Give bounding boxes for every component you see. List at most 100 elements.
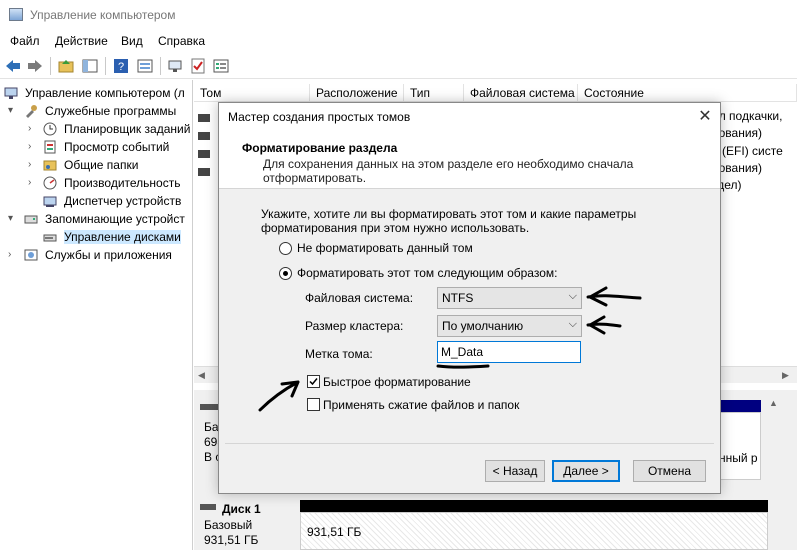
dialog-header: Форматирование раздела Для сохранения да… bbox=[219, 131, 720, 189]
toolbar-separator bbox=[50, 57, 51, 75]
header-description: Для сохранения данных на этом разделе ег… bbox=[263, 157, 634, 185]
header-title: Форматирование раздела bbox=[242, 141, 398, 155]
window-titlebar: Управление компьютером bbox=[0, 0, 797, 30]
no-format-label[interactable]: Не форматировать данный том bbox=[297, 241, 473, 255]
column-location[interactable]: Расположение bbox=[310, 84, 404, 102]
tree-item-performance[interactable]: › Производительность bbox=[0, 174, 192, 192]
event-viewer-icon bbox=[44, 140, 56, 154]
quick-format-checkbox[interactable] bbox=[307, 375, 320, 388]
cluster-size-value: По умолчанию bbox=[442, 319, 524, 333]
chevron-right-icon[interactable]: › bbox=[28, 140, 38, 154]
show-hide-tree-icon[interactable] bbox=[81, 57, 99, 75]
chevron-down-icon[interactable]: ▾ bbox=[8, 104, 18, 118]
console-tree: Управление компьютером (л ▾ Служебные пр… bbox=[0, 80, 193, 550]
tree-label: Управление дисками bbox=[64, 230, 181, 244]
column-status[interactable]: Состояние bbox=[578, 84, 797, 102]
volume-row-icon bbox=[198, 168, 210, 176]
disk1-partition-bar bbox=[300, 500, 768, 512]
disk-icon bbox=[200, 504, 216, 510]
performance-icon bbox=[43, 176, 57, 190]
quick-format-label[interactable]: Быстрое форматирование bbox=[323, 375, 471, 389]
column-filesystem[interactable]: Файловая система bbox=[464, 84, 578, 102]
disk0-partition[interactable]: нный р bbox=[715, 412, 761, 480]
tree-label: Просмотр событий bbox=[64, 140, 170, 154]
disk-vertical-scrollbar[interactable]: ▲ bbox=[766, 398, 780, 498]
cluster-size-select[interactable]: По умолчанию ⌵ bbox=[437, 315, 582, 337]
tree-item-root[interactable]: Управление компьютером (л bbox=[0, 84, 192, 102]
up-folder-icon[interactable] bbox=[57, 57, 75, 75]
volume-status-text: йл подкачки, bbox=[712, 109, 783, 123]
tree-item-service-tools[interactable]: ▾ Служебные программы bbox=[0, 102, 192, 120]
chevron-right-icon[interactable]: › bbox=[28, 122, 38, 136]
storage-icon bbox=[24, 215, 38, 224]
volume-status-text: й (EFI) систе bbox=[712, 144, 783, 158]
scroll-left-icon[interactable]: ◀ bbox=[198, 370, 205, 381]
disk1-type: Базовый bbox=[204, 518, 253, 532]
chevron-right-icon[interactable]: › bbox=[8, 248, 18, 262]
disk1-info[interactable]: Диск 1 Базовый 931,51 ГБ bbox=[194, 496, 297, 550]
services-icon bbox=[24, 249, 38, 261]
next-button[interactable]: Далее > bbox=[552, 460, 620, 482]
scroll-right-icon[interactable]: ▶ bbox=[782, 370, 789, 381]
tree-label: Планировщик заданий bbox=[64, 122, 191, 136]
dialog-titlebar: Мастер создания простых томов ✕ bbox=[219, 103, 720, 131]
back-button[interactable]: < Назад bbox=[485, 460, 545, 482]
menu-help[interactable]: Справка bbox=[158, 34, 205, 48]
toolbar-separator bbox=[160, 57, 161, 75]
cancel-button[interactable]: Отмена bbox=[633, 460, 706, 482]
computer-management-icon bbox=[9, 8, 23, 21]
connect-icon[interactable] bbox=[166, 57, 184, 75]
tree-item-storage[interactable]: ▾ Запоминающие устройст bbox=[0, 210, 192, 228]
cluster-size-label: Размер кластера: bbox=[305, 319, 404, 333]
tree-label: Общие папки bbox=[64, 158, 139, 172]
tree-item-disk-management[interactable]: Управление дисками bbox=[0, 228, 192, 246]
help-icon[interactable]: ? bbox=[112, 57, 130, 75]
tree-item-task-scheduler[interactable]: › Планировщик заданий bbox=[0, 120, 192, 138]
format-label[interactable]: Форматировать этот том следующим образом… bbox=[297, 266, 557, 280]
tree-label: Управление компьютером (л bbox=[25, 86, 185, 100]
forward-arrow-icon[interactable] bbox=[26, 57, 44, 75]
chevron-down-icon: ⌵ bbox=[568, 318, 577, 330]
tree-item-services-apps[interactable]: › Службы и приложения bbox=[0, 246, 192, 264]
chevron-right-icon[interactable]: › bbox=[28, 158, 38, 172]
volume-label-input[interactable] bbox=[437, 341, 581, 363]
tree-label: Диспетчер устройств bbox=[64, 194, 182, 208]
compression-checkbox[interactable] bbox=[307, 398, 320, 411]
no-format-radio[interactable] bbox=[279, 242, 292, 255]
check-icon[interactable] bbox=[189, 57, 207, 75]
disk1-size: 931,51 ГБ bbox=[204, 533, 259, 547]
column-type[interactable]: Тип bbox=[404, 84, 464, 102]
partition-status-text: нный р bbox=[719, 451, 758, 465]
disk-management-icon bbox=[43, 234, 57, 242]
disk1-unallocated-partition[interactable]: 931,51 ГБ bbox=[300, 512, 768, 550]
menu-view[interactable]: Вид bbox=[121, 34, 143, 48]
list-icon[interactable] bbox=[212, 57, 230, 75]
dialog-title: Мастер создания простых томов bbox=[228, 110, 411, 124]
shared-folder-icon bbox=[43, 160, 57, 171]
close-icon[interactable]: ✕ bbox=[695, 107, 715, 127]
menu-file[interactable]: Файл bbox=[10, 34, 40, 48]
back-arrow-icon[interactable] bbox=[4, 57, 22, 75]
format-radio[interactable] bbox=[279, 267, 292, 280]
chevron-right-icon[interactable]: › bbox=[28, 176, 38, 190]
disk-icon bbox=[200, 404, 218, 410]
checkmark-icon bbox=[309, 378, 318, 386]
filesystem-select[interactable]: NTFS ⌵ bbox=[437, 287, 582, 309]
tree-item-device-manager[interactable]: Диспетчер устройств bbox=[0, 192, 192, 210]
disk1-partition-size: 931,51 ГБ bbox=[307, 525, 362, 539]
properties-icon[interactable] bbox=[136, 57, 154, 75]
volume-list-header: Том Расположение Тип Файловая система Со… bbox=[194, 84, 797, 102]
window-title: Управление компьютером bbox=[30, 8, 176, 22]
volume-label-field[interactable] bbox=[438, 342, 580, 362]
tree-item-event-viewer[interactable]: › Просмотр событий bbox=[0, 138, 192, 156]
new-simple-volume-wizard: Мастер создания простых томов ✕ Форматир… bbox=[218, 102, 721, 494]
chevron-down-icon[interactable]: ▾ bbox=[8, 212, 18, 226]
compression-label[interactable]: Применять сжатие файлов и папок bbox=[323, 398, 519, 412]
tree-item-shared-folders[interactable]: › Общие папки bbox=[0, 156, 192, 174]
tree-label: Запоминающие устройст bbox=[45, 212, 185, 226]
column-volume[interactable]: Том bbox=[194, 84, 310, 102]
filesystem-value: NTFS bbox=[442, 291, 474, 305]
device-manager-icon bbox=[43, 196, 57, 207]
scroll-up-icon[interactable]: ▲ bbox=[769, 398, 778, 408]
menu-action[interactable]: Действие bbox=[55, 34, 108, 48]
